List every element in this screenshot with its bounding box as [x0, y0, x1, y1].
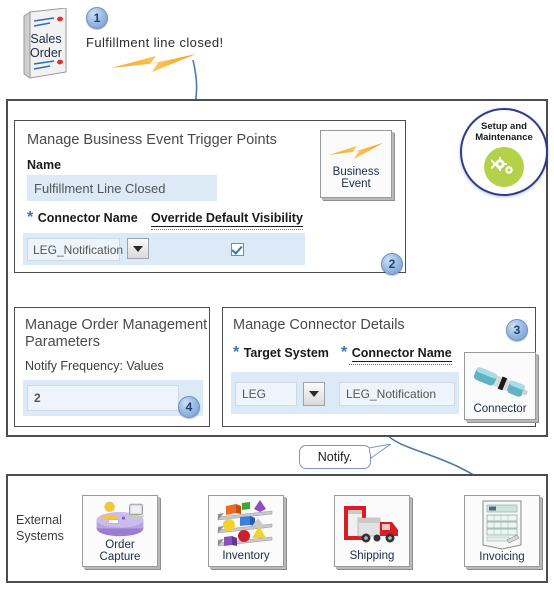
business-event-label-line2: Event — [341, 178, 371, 190]
override-default-visibility-checkbox[interactable] — [231, 243, 244, 256]
step-badge-4: 4 — [178, 396, 200, 418]
connector-name-label-group-3: * Connector Name — [341, 344, 452, 365]
setup-and-maintenance-badge[interactable]: Setup and Maintenance — [460, 108, 548, 196]
external-system-order-capture[interactable]: Order Capture — [82, 495, 158, 567]
connector-name-label-3: Connector Name — [351, 346, 452, 362]
name-field-value: Fulfillment Line Closed — [34, 180, 166, 196]
connector-name-required-star-3: * — [341, 344, 348, 361]
connector-tile-label: Connector — [473, 402, 527, 415]
step-badge-1: 1 — [86, 7, 108, 29]
order-capture-label-line2: Capture — [99, 550, 141, 563]
panel4-title-line1: Manage Order Management — [25, 317, 208, 333]
connector-name-select-value: LEG_Notification — [33, 242, 124, 257]
target-system-select[interactable]: LEG — [235, 382, 297, 406]
connector-icon-tile: Connector — [464, 352, 536, 420]
business-event-label-line1: Business — [332, 165, 380, 178]
order-capture-label-line1: Order — [105, 538, 135, 551]
notify-frequency-label: Notify Frequency: Values — [25, 359, 164, 373]
target-system-dropdown-button[interactable] — [303, 382, 325, 406]
target-system-label-group: * Target System — [233, 344, 329, 362]
step-badge-3: 3 — [506, 319, 528, 341]
connector-name-input-3[interactable]: LEG_Notification — [339, 382, 455, 406]
notify-frequency-value: 2 — [34, 391, 41, 405]
target-system-value: LEG — [242, 387, 267, 401]
override-default-visibility-label: Override Default Visibility — [151, 211, 303, 227]
external-systems-label-line2: Systems — [16, 528, 64, 543]
lightning-bolt-icon — [329, 143, 383, 159]
external-system-invoicing[interactable]: Invoicing — [464, 495, 540, 567]
order-capture-icon — [96, 501, 145, 537]
invoice-document-icon — [482, 500, 522, 550]
panel2-title: Manage Business Event Trigger Points — [27, 132, 277, 148]
event-caption: Fulfillment line closed! — [86, 35, 224, 50]
gears-icon — [484, 147, 524, 188]
target-system-required-star: * — [233, 344, 240, 361]
external-system-shipping[interactable]: Shipping — [334, 495, 410, 567]
override-default-visibility-label-group: Override Default Visibility — [151, 209, 303, 230]
connector-plug-icon — [473, 367, 528, 397]
inventory-icon — [217, 499, 273, 547]
chevron-down-icon — [133, 245, 143, 252]
connector-name-value-3: LEG_Notification — [346, 387, 437, 401]
sales-order-icon: Sales Order — [22, 8, 70, 80]
shipping-label: Shipping — [349, 549, 395, 562]
target-system-label: Target System — [243, 346, 329, 360]
chevron-down-icon — [309, 391, 319, 397]
lightning-bolt-icon — [111, 54, 196, 72]
business-event-icon-tile: Business Event — [320, 130, 392, 198]
notify-callout-text: Notify. — [317, 450, 353, 464]
panel4-title-line2: Parameters — [25, 334, 100, 351]
panel4-title: Manage Order Management Parameters — [25, 317, 207, 351]
name-field[interactable]: Fulfillment Line Closed — [27, 175, 217, 201]
connector-name-required-star: * — [27, 209, 34, 226]
connector-name-label-group: * Connector Name — [27, 209, 138, 227]
inventory-label: Inventory — [222, 549, 270, 562]
notify-frequency-input[interactable]: 2 — [27, 385, 179, 411]
external-systems-label: External Systems — [16, 513, 64, 544]
sales-order-label-line2: Order — [30, 46, 62, 61]
external-system-inventory[interactable]: Inventory — [208, 495, 284, 567]
invoicing-label: Invoicing — [479, 550, 525, 563]
step-badge-2-outer: 2 — [381, 253, 403, 275]
name-label: Name — [27, 158, 62, 172]
panel-manage-order-management-parameters: Manage Order Management Parameters Notif… — [14, 307, 210, 427]
notify-callout: Notify. — [299, 445, 371, 469]
notify-callout-pointer — [369, 444, 392, 459]
connector-name-label: Connector Name — [37, 211, 138, 225]
panel3-title: Manage Connector Details — [233, 317, 405, 333]
connector-name-select[interactable]: LEG_Notification — [27, 238, 124, 261]
external-systems-label-line1: External — [16, 513, 62, 527]
setup-badge-line2: Maintenance — [475, 131, 533, 143]
sales-order-label-line1: Sales — [30, 32, 62, 46]
shipping-truck-icon — [344, 505, 398, 543]
connector-name-dropdown-button[interactable] — [127, 238, 149, 259]
